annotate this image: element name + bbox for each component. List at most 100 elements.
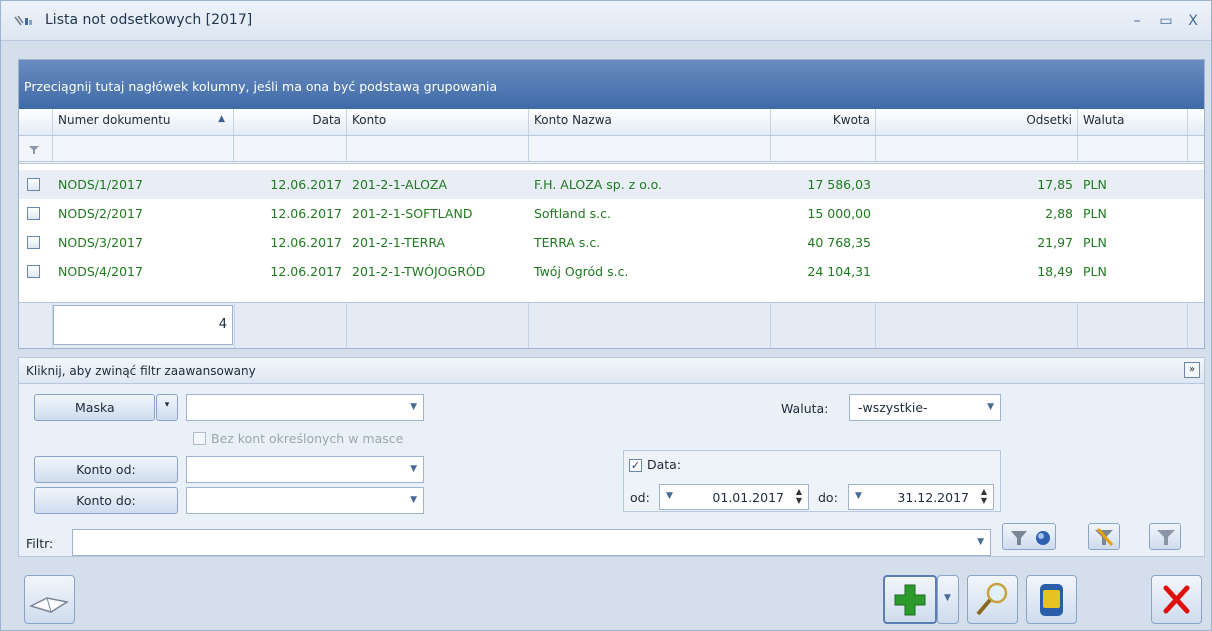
cell-waluta: PLN (1083, 177, 1107, 192)
book-icon (28, 597, 69, 613)
date-from-input[interactable]: ▼ 01.01.2017 ▲ ▼ (659, 484, 809, 510)
window-title: Lista not odsetkowych [2017] (45, 12, 253, 28)
table-row[interactable]: NODS/4/2017 12.06.2017 201-2-1-TWÓJOGRÓD… (19, 257, 1204, 286)
cell-numer: NODS/2/2017 (58, 206, 143, 221)
cell-konto-nazwa: Softland s.c. (534, 206, 611, 221)
spin-updown-icon[interactable]: ▲ ▼ (981, 487, 987, 505)
close-window-button[interactable]: X (1182, 11, 1204, 31)
plus-icon (894, 584, 926, 616)
column-header-konto-nazwa[interactable]: Konto Nazwa (529, 109, 771, 135)
filter-cell-kwota[interactable] (771, 136, 876, 161)
date-to-value: 31.12.2017 (897, 490, 969, 505)
collapse-chevron-icon[interactable]: » (1184, 362, 1200, 378)
row-checkbox[interactable] (27, 207, 40, 220)
add-button[interactable] (883, 575, 937, 624)
column-header-waluta[interactable]: Waluta (1078, 109, 1188, 135)
header-indicator-cell (19, 109, 53, 135)
waluta-value: -wszystkie- (858, 400, 928, 415)
cell-waluta: PLN (1083, 206, 1107, 221)
do-label: do: (818, 490, 838, 505)
title-bar: Lista not odsetkowych [2017] – ▭ X (1, 1, 1211, 41)
minimize-button[interactable]: – (1126, 11, 1148, 31)
cell-numer: NODS/3/2017 (58, 235, 143, 250)
cell-numer: NODS/1/2017 (58, 177, 143, 192)
footer-cell-data (234, 303, 347, 348)
maximize-button[interactable]: ▭ (1155, 11, 1177, 31)
filtr-combo[interactable]: ▼ (72, 529, 991, 556)
clear-filter-button[interactable] (1088, 523, 1120, 550)
row-checkbox[interactable] (27, 236, 40, 249)
add-dropdown-button[interactable]: ▼ (937, 575, 959, 624)
filter-cell-konto-nazwa[interactable] (529, 136, 771, 161)
help-book-button[interactable] (24, 575, 75, 624)
column-header-konto[interactable]: Konto (347, 109, 529, 135)
filter-cell-waluta[interactable] (1078, 136, 1188, 161)
footer-cell-odsetki (876, 303, 1078, 348)
funnel-clear-icon (1095, 528, 1114, 546)
close-button[interactable] (1151, 575, 1202, 624)
funnel-icon (1157, 530, 1175, 545)
cell-data: 12.06.2017 (270, 206, 342, 221)
filter-row-indicator (19, 136, 53, 161)
funnel-icon (1011, 531, 1050, 545)
chevron-down-icon: ▼ (410, 402, 417, 412)
cell-konto-nazwa: Twój Ogród s.c. (534, 264, 629, 279)
column-header-odsetki[interactable]: Odsetki (876, 109, 1078, 135)
table-row[interactable]: NODS/1/2017 12.06.2017 201-2-1-ALOZA F.H… (19, 170, 1204, 199)
filter-cell-data[interactable] (234, 136, 347, 161)
data-checkbox[interactable]: ✓ (629, 459, 642, 472)
window: Lista not odsetkowych [2017] – ▭ X Przec… (0, 0, 1212, 631)
column-header-numer[interactable]: Numer dokumentu ▲ (53, 109, 234, 135)
cell-kwota: 40 768,35 (807, 235, 871, 250)
waluta-combo[interactable]: -wszystkie- ▼ (849, 394, 1001, 421)
konto-od-combo[interactable]: ▼ (186, 456, 424, 483)
column-header-kwota[interactable]: Kwota (771, 109, 876, 135)
column-header-data[interactable]: Data (234, 109, 347, 135)
cell-konto: 201-2-1-TERRA (352, 235, 446, 250)
group-by-area[interactable]: Przeciągnij tutaj nagłówek kolumny, jeśl… (19, 60, 1204, 109)
cell-konto-nazwa: TERRA s.c. (534, 235, 601, 250)
cell-data: 12.06.2017 (270, 264, 342, 279)
footer-indicator-cell (19, 303, 53, 348)
table-row[interactable]: NODS/2/2017 12.06.2017 201-2-1-SOFTLAND … (19, 199, 1204, 228)
collapse-filter-bar[interactable]: Kliknij, aby zwinąć filtr zaawansowany » (19, 358, 1204, 384)
cell-kwota: 15 000,00 (807, 206, 871, 221)
spin-updown-icon[interactable]: ▲ ▼ (796, 487, 802, 505)
konto-od-button[interactable]: Konto od: (34, 456, 178, 483)
footer-cell-kwota (771, 303, 876, 348)
cell-waluta: PLN (1083, 235, 1107, 250)
konto-do-combo[interactable]: ▼ (186, 487, 424, 514)
cell-konto: 201-2-1-TWÓJOGRÓD (352, 264, 486, 279)
filter-cell-odsetki[interactable] (876, 136, 1078, 161)
auto-filter-row (19, 136, 1204, 164)
bez-kont-checkbox[interactable] (193, 432, 206, 445)
bin-icon (1040, 584, 1063, 616)
chevron-down-icon: ▼ (410, 495, 417, 505)
maska-dropdown-button[interactable]: ▾ (156, 394, 178, 421)
maska-label: Maska (75, 400, 115, 415)
close-icon (1163, 585, 1190, 614)
saved-filter-button[interactable] (1149, 523, 1181, 550)
row-checkbox[interactable] (27, 178, 40, 191)
cell-odsetki: 21,97 (1037, 235, 1073, 250)
preview-button[interactable] (967, 575, 1018, 624)
row-count-summary: 4 (53, 305, 233, 345)
maska-combo[interactable]: ▼ (186, 394, 424, 421)
delete-button[interactable] (1026, 575, 1077, 624)
row-checkbox[interactable] (27, 265, 40, 278)
filter-cell-numer[interactable] (53, 136, 234, 161)
sort-ascending-icon: ▲ (218, 114, 225, 124)
collapse-filter-label: Kliknij, aby zwinąć filtr zaawansowany (26, 364, 256, 378)
konto-do-button[interactable]: Konto do: (34, 487, 178, 514)
date-to-input[interactable]: ▼ 31.12.2017 ▲ ▼ (848, 484, 994, 510)
filter-cell-konto[interactable] (347, 136, 529, 161)
cell-data: 12.06.2017 (270, 235, 342, 250)
app-icon (14, 15, 32, 26)
table-row[interactable]: NODS/3/2017 12.06.2017 201-2-1-TERRA TER… (19, 228, 1204, 257)
apply-filter-button[interactable] (1002, 523, 1056, 550)
summary-footer-row: 4 (19, 302, 1204, 348)
filtr-label: Filtr: (26, 536, 54, 551)
konto-do-label: Konto do: (76, 493, 136, 508)
maska-button[interactable]: Maska (34, 394, 155, 421)
konto-od-label: Konto od: (76, 462, 136, 477)
